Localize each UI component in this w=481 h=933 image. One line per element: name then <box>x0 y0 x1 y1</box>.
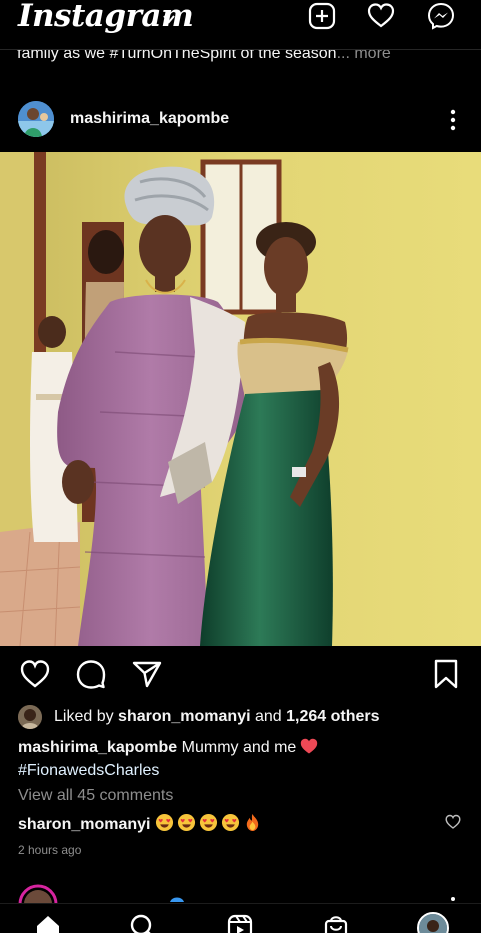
heart-eyes-emoji-icon <box>177 813 195 832</box>
messenger-icon[interactable] <box>427 2 455 30</box>
caption-username[interactable]: mashirima_kapombe <box>18 739 177 756</box>
more-options-icon[interactable] <box>445 108 461 132</box>
next-post-header <box>0 880 481 904</box>
liked-by-prefix: Liked by <box>54 708 119 725</box>
post-author-avatar[interactable] <box>18 101 54 137</box>
like-heart-icon[interactable] <box>19 658 51 690</box>
caption-hashtag-link[interactable]: #FionawedsCharles <box>18 762 159 779</box>
comment-row: sharon_momanyi <box>18 813 265 836</box>
post-author-username[interactable]: mashirima_kapombe <box>70 110 229 128</box>
comment-username[interactable]: sharon_momanyi <box>18 816 150 833</box>
reels-icon[interactable] <box>227 914 253 933</box>
heart-eyes-emoji-icon <box>199 813 217 832</box>
post-header: mashirima_kapombe <box>0 96 481 146</box>
post-actions <box>0 658 481 692</box>
liked-by-user-link[interactable]: sharon_momanyi <box>118 708 250 725</box>
next-post-avatar[interactable] <box>18 884 58 904</box>
liker-avatar <box>18 705 42 729</box>
shop-icon[interactable] <box>323 914 349 933</box>
home-icon[interactable] <box>35 914 61 933</box>
post-timestamp: 2 hours ago <box>18 843 82 857</box>
red-heart-emoji-icon <box>301 738 318 754</box>
comment-icon[interactable] <box>75 658 107 690</box>
view-all-comments-link[interactable]: View all 45 comments <box>18 787 173 805</box>
post-caption: mashirima_kapombe Mummy and me #Fionawed… <box>18 736 458 782</box>
search-icon[interactable] <box>130 914 156 933</box>
fire-emoji-icon <box>246 813 259 832</box>
likes-count-link[interactable]: 1,264 others <box>286 708 379 725</box>
next-post-options-icon[interactable] <box>450 896 456 902</box>
post-photo[interactable] <box>0 152 481 646</box>
share-send-icon[interactable] <box>131 658 163 690</box>
new-post-icon[interactable] <box>308 2 336 30</box>
save-bookmark-icon[interactable] <box>430 658 462 690</box>
liked-by-middle: and <box>250 708 287 725</box>
chevron-down-icon[interactable] <box>162 12 176 26</box>
caption-text: Mummy and me <box>177 739 297 756</box>
activity-heart-icon[interactable] <box>367 2 395 30</box>
verified-badge-icon <box>170 897 184 902</box>
top-bar: Instagram <box>0 0 481 50</box>
heart-eyes-emoji-icon <box>221 813 239 832</box>
comment-like-heart-icon[interactable] <box>445 814 461 830</box>
bottom-navigation <box>0 903 481 933</box>
liked-by-text: Liked by sharon_momanyi and 1,264 others <box>54 705 380 729</box>
heart-eyes-emoji-icon <box>155 813 173 832</box>
profile-avatar[interactable] <box>417 912 449 933</box>
